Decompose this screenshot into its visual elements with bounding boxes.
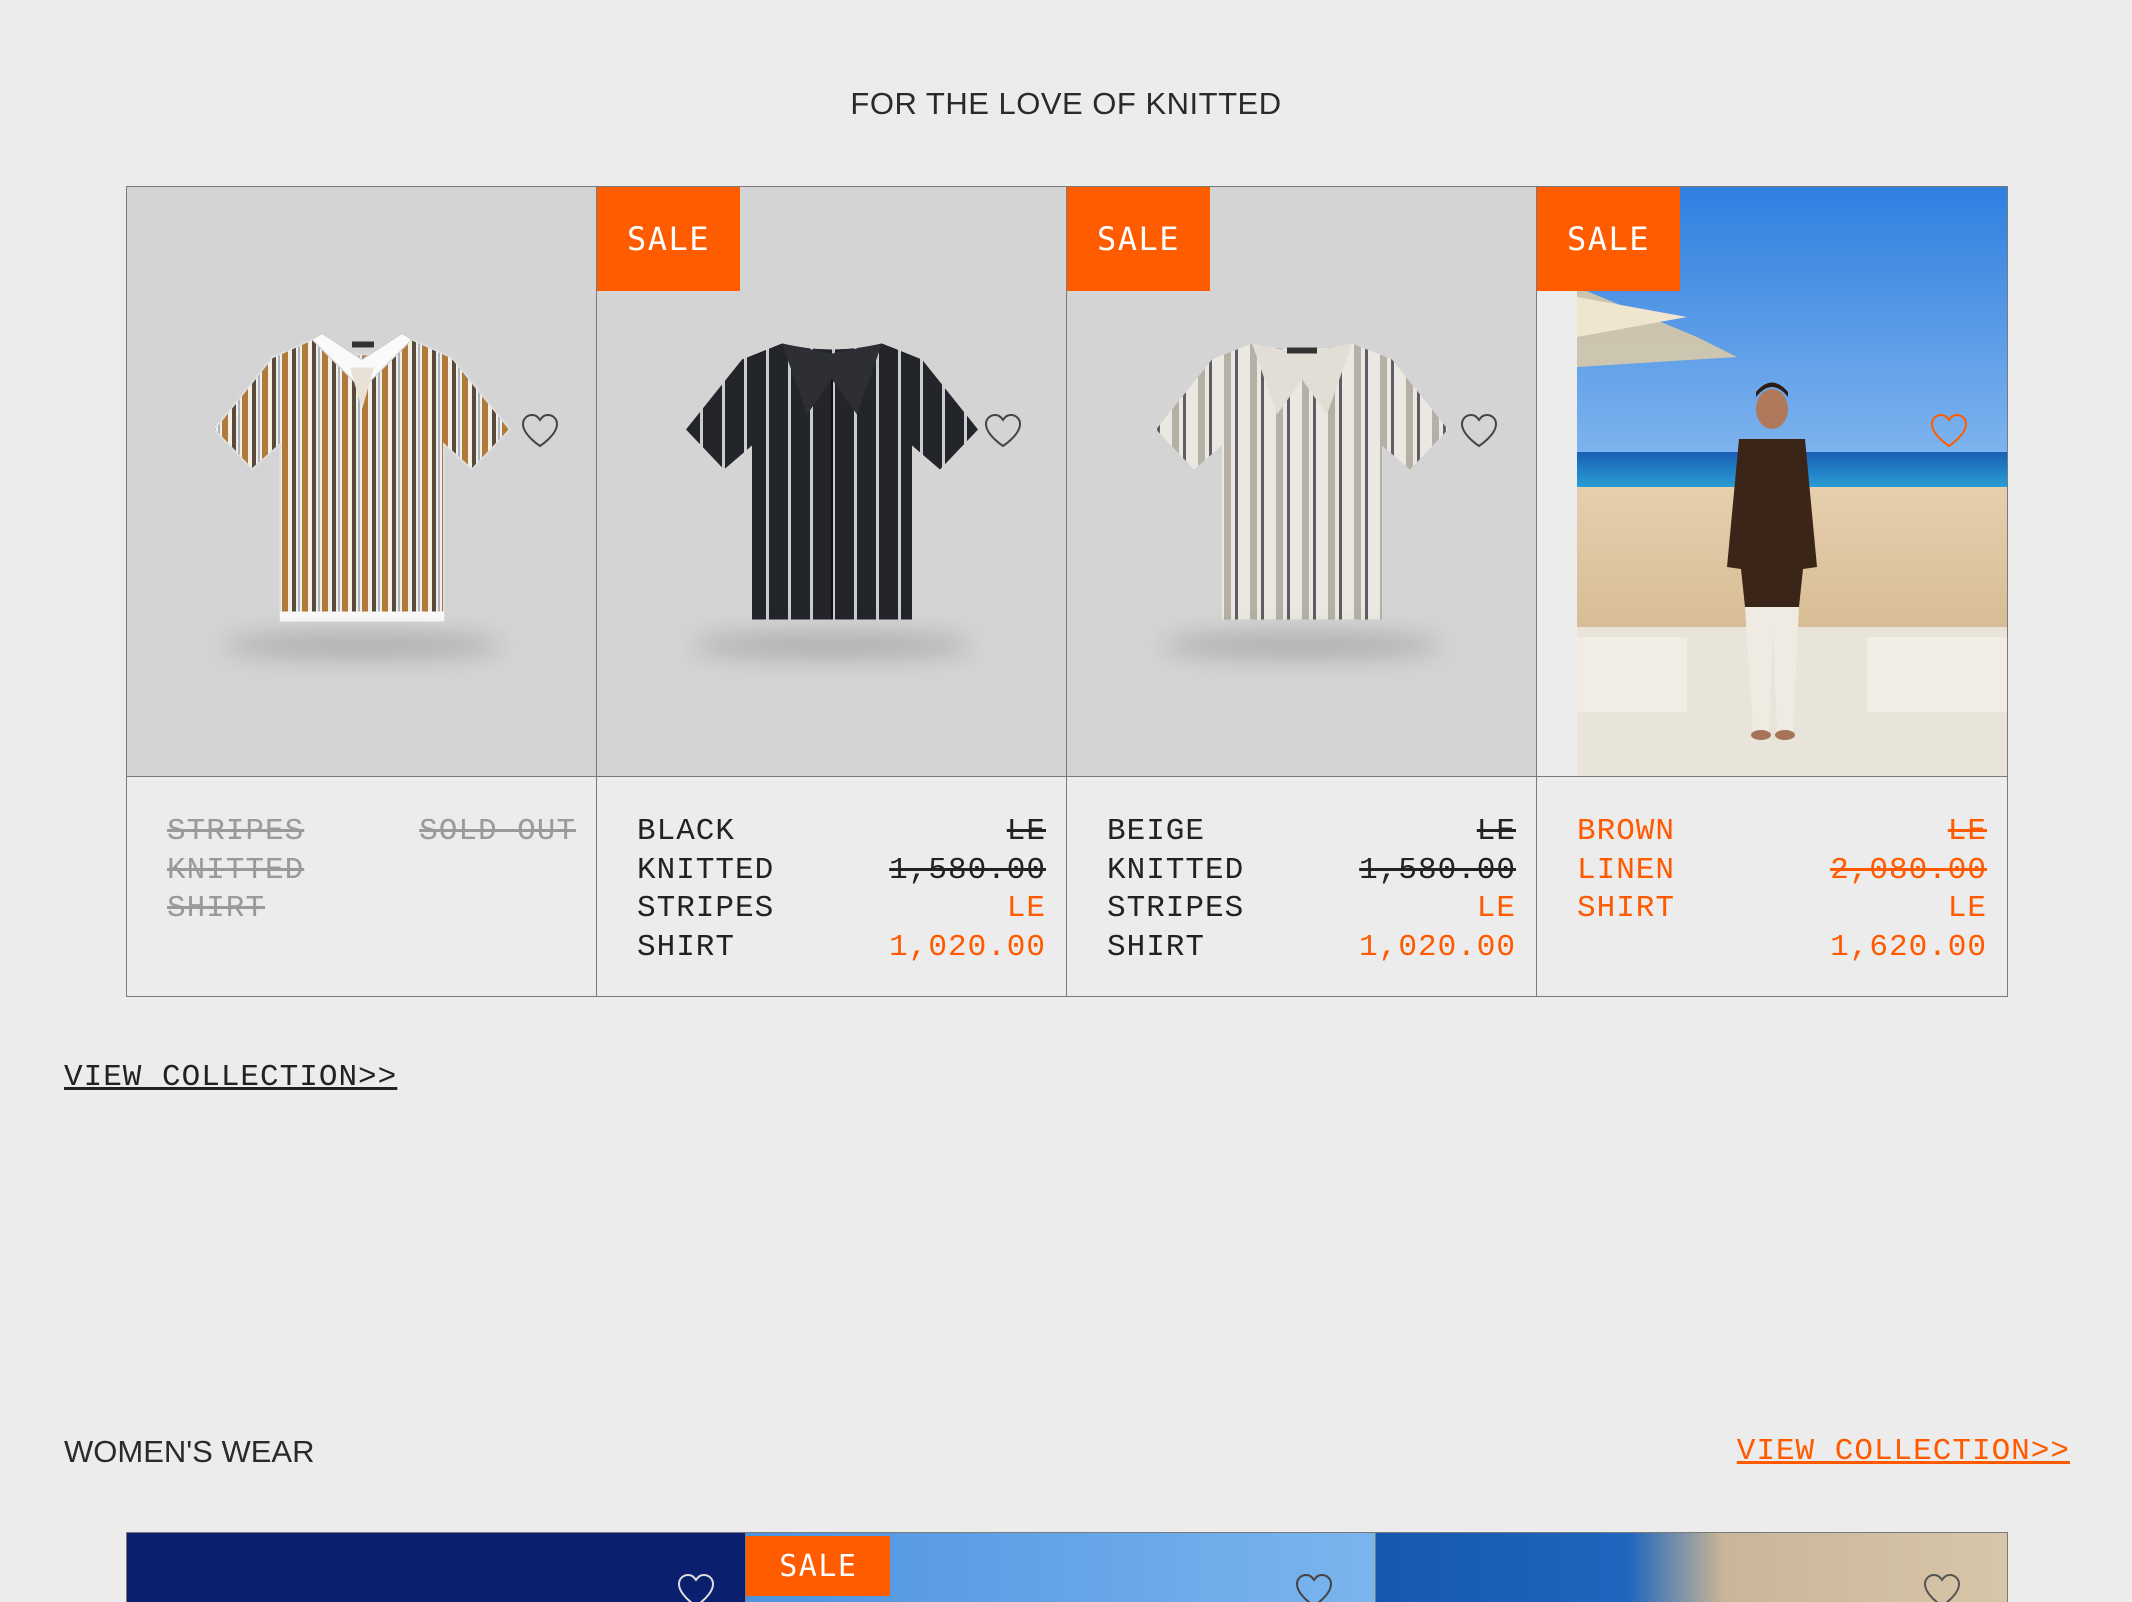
heart-icon[interactable]	[983, 413, 1023, 449]
product-card-womens-1[interactable]	[127, 1533, 747, 1602]
sale-badge: SALE	[597, 187, 740, 291]
product-price: LE 2,080.00 LE 1,620.00	[1822, 813, 1987, 996]
product-name[interactable]: BEIGE KNITTED STRIPES SHIRT	[1107, 813, 1307, 996]
product-grid-knitted: STRIPES KNITTED SHIRT SOLD OUT SALE BLAC…	[126, 186, 2008, 997]
product-info: STRIPES KNITTED SHIRT SOLD OUT	[127, 777, 596, 996]
product-card-brown-linen[interactable]: SALE BROWN LINEN SHIRT LE 2,080.00 LE 1,…	[1537, 187, 2007, 996]
sale-badge: SALE	[1067, 187, 1210, 291]
sale-badge: SALE	[746, 1536, 891, 1596]
heart-icon[interactable]	[676, 1573, 716, 1602]
heart-icon[interactable]	[1459, 413, 1499, 449]
old-price: LE 1,580.00	[889, 814, 1046, 888]
section-title-knitted: FOR THE LOVE OF KNITTED	[850, 86, 1282, 121]
heart-icon[interactable]	[520, 413, 560, 449]
sold-out-status: SOLD OUT	[419, 814, 576, 849]
product-info: BLACK KNITTED STRIPES SHIRT LE 1,580.00 …	[597, 777, 1066, 996]
product-name[interactable]: BROWN LINEN SHIRT	[1577, 813, 1777, 996]
product-info: BROWN LINEN SHIRT LE 2,080.00 LE 1,620.0…	[1537, 777, 2007, 996]
product-price: LE 1,580.00 LE 1,020.00	[1351, 813, 1516, 996]
product-name[interactable]: BLACK KNITTED STRIPES SHIRT	[637, 813, 837, 996]
heart-icon[interactable]	[1922, 1573, 1962, 1602]
shirt-image	[202, 319, 522, 658]
product-price: LE 1,580.00 LE 1,020.00	[881, 813, 1046, 996]
heart-icon[interactable]	[1294, 1573, 1334, 1602]
product-name[interactable]: STRIPES KNITTED SHIRT	[167, 813, 367, 996]
sale-price: LE 1,020.00	[1359, 891, 1516, 965]
product-card-black-knitted[interactable]: SALE BLACK KNITTED STRIPES SHIRT LE 1,58…	[597, 187, 1067, 996]
product-info: BEIGE KNITTED STRIPES SHIRT LE 1,580.00 …	[1067, 777, 1536, 996]
sale-price: LE 1,620.00	[1830, 891, 1987, 965]
shirt-image	[1142, 319, 1462, 658]
old-price: LE 2,080.00	[1830, 814, 1987, 888]
product-card-stripes-knitted[interactable]: STRIPES KNITTED SHIRT SOLD OUT	[127, 187, 597, 996]
product-card-womens-2[interactable]: SALE	[746, 1533, 1376, 1602]
product-card-womens-3[interactable]	[1375, 1533, 2007, 1602]
product-image[interactable]	[127, 187, 596, 777]
heart-icon[interactable]	[1929, 413, 1969, 449]
view-collection-link[interactable]: VIEW COLLECTION>>	[64, 1060, 397, 1095]
shirt-image	[672, 319, 992, 658]
sale-price: LE 1,020.00	[889, 891, 1046, 965]
section-title-womens-wear: WOMEN'S WEAR	[64, 1434, 315, 1469]
product-card-beige-knitted[interactable]: SALE BEIGE KNITTED STRIPES SHIRT LE 1,58…	[1067, 187, 1537, 996]
sale-badge: SALE	[1537, 187, 1680, 291]
old-price: LE 1,580.00	[1359, 814, 1516, 888]
view-collection-link-womens[interactable]: VIEW COLLECTION>>	[1737, 1434, 2070, 1469]
product-grid-womens: SALE	[126, 1532, 2008, 1602]
